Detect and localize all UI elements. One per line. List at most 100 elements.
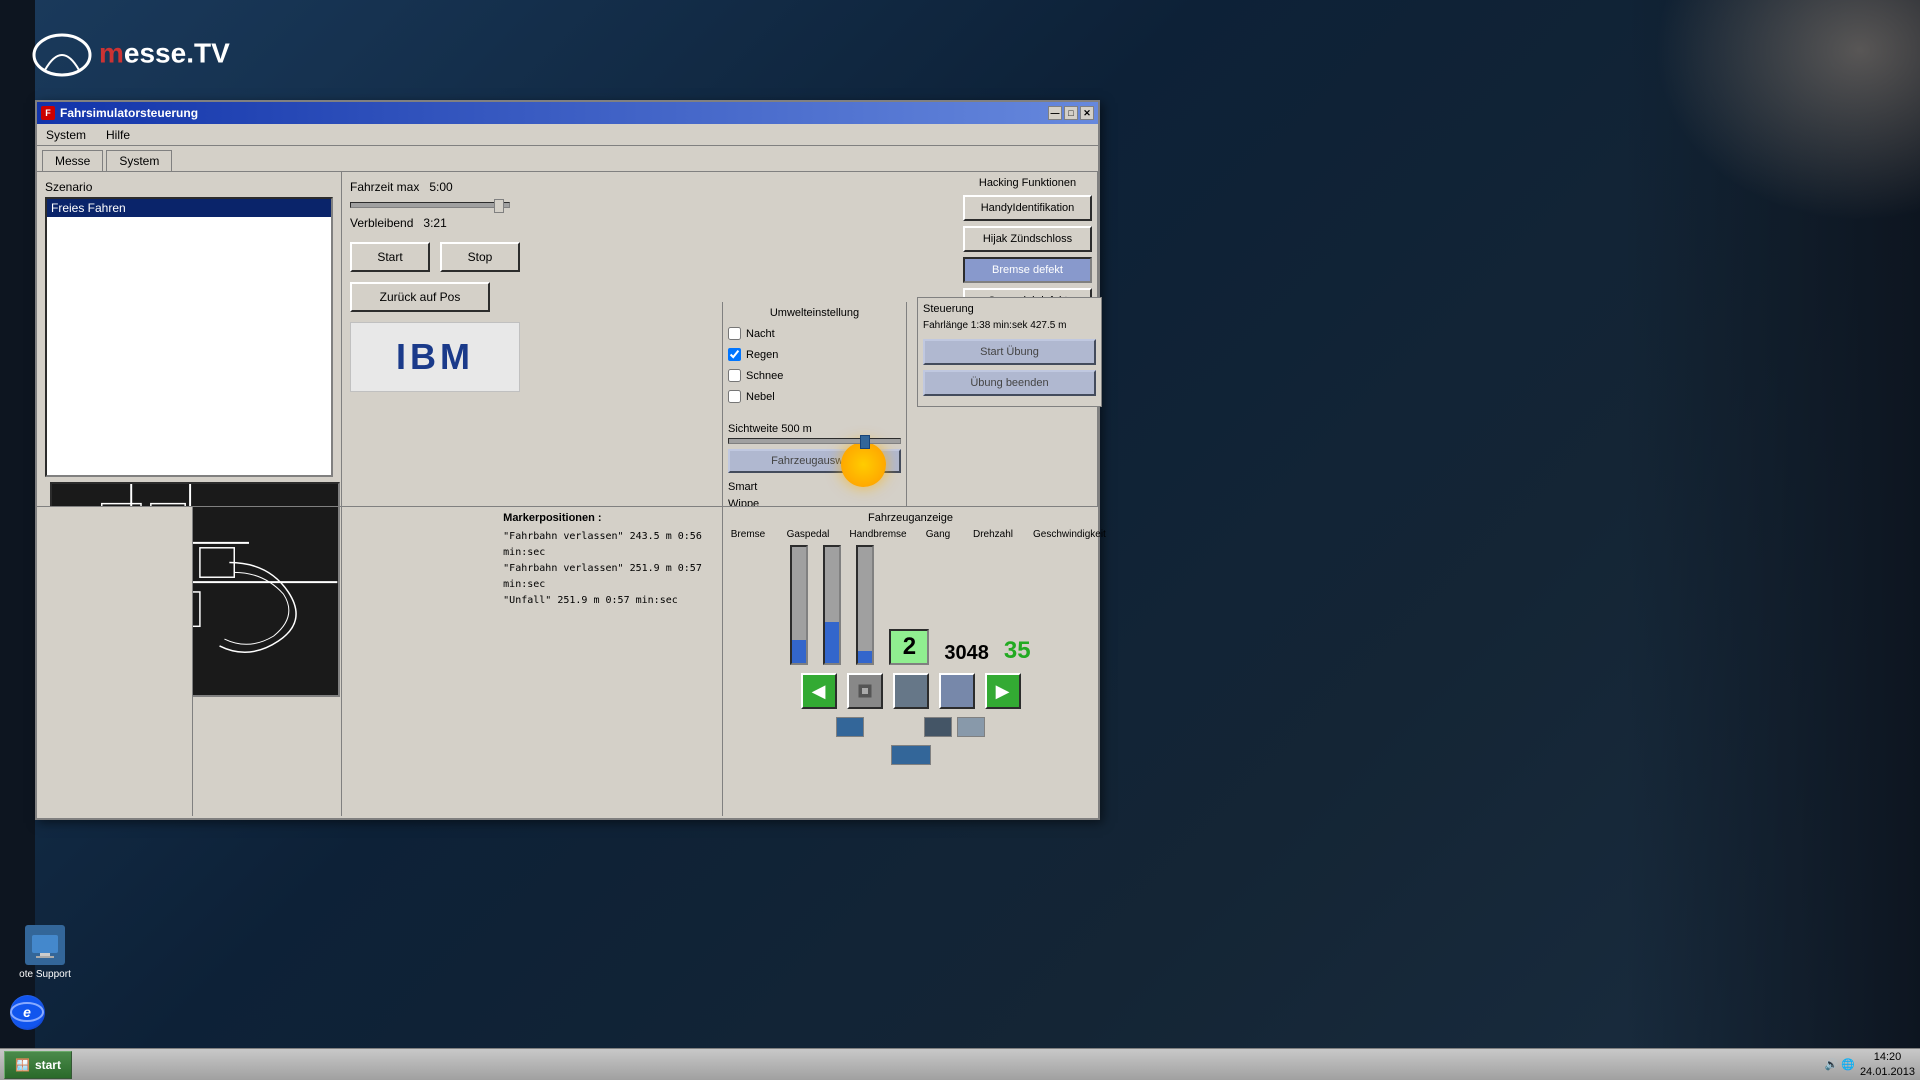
szenario-item-freies-fahren[interactable]: Freies Fahren <box>47 199 331 217</box>
drehzahl-display: 3048 <box>944 642 989 665</box>
hacking-title: Hacking Funktionen <box>963 177 1092 189</box>
zurueck-button[interactable]: Zurück auf Pos <box>350 282 490 312</box>
gaspedal-label: Gaspedal <box>783 529 833 540</box>
start-icon: 🪟 <box>15 1058 30 1072</box>
hack-btn-handy[interactable]: HandyIdentifikation <box>963 195 1092 221</box>
bremse-gauge <box>790 545 808 665</box>
checkbox-nacht: Nacht <box>728 327 901 340</box>
checkbox-nacht-label: Nacht <box>746 328 775 340</box>
desktop: messe.TV ote Support e F Fahrsimulatorst… <box>0 0 1920 1080</box>
clock-date: 24.01.2013 <box>1860 1065 1915 1079</box>
slider-thumb[interactable] <box>494 199 504 213</box>
checkbox-regen-label: Regen <box>746 349 778 361</box>
checkbox-schnee-input[interactable] <box>728 369 741 382</box>
checkbox-nebel: Nebel <box>728 390 901 403</box>
svg-text:e: e <box>23 1004 31 1020</box>
indicator-row-bottom <box>728 745 1093 765</box>
main-window: F Fahrsimulatorsteuerung — □ ✕ System Hi… <box>35 100 1100 820</box>
marker-log: "Fahrbahn verlassen" 243.5 m 0:56 min:se… <box>503 529 717 609</box>
logo-m: m <box>99 37 124 68</box>
left-panel <box>0 0 35 1080</box>
tray-icon-2: 🌐 <box>1841 1058 1855 1071</box>
indicator-blue-2 <box>891 745 931 765</box>
geschwindigkeit-label: Geschwindigkeit <box>1033 529 1093 540</box>
fahrzeit-value: 5:00 <box>429 180 452 194</box>
remote-support-icon[interactable]: ote Support <box>10 925 80 980</box>
marker-log-item-0: "Fahrbahn verlassen" 243.5 m 0:56 min:se… <box>503 529 717 561</box>
steuerung-panel: Steuerung Fahrlänge 1:38 min:sek 427.5 m… <box>917 297 1102 407</box>
taskbar-right: 🔊 🌐 14:20 24.01.2013 <box>1825 1050 1920 1079</box>
tab-messe[interactable]: Messe <box>42 150 103 171</box>
checkbox-regen-input[interactable] <box>728 348 741 361</box>
uebung-beenden-button[interactable]: Übung beenden <box>923 370 1096 396</box>
start-menu-button[interactable]: 🪟 start <box>4 1051 72 1079</box>
handbremse-fill <box>858 651 872 663</box>
close-button[interactable]: ✕ <box>1080 106 1094 120</box>
messe-tv-logo: messe.TV <box>30 30 230 80</box>
sichtweite-thumb[interactable] <box>860 435 870 449</box>
geschwindigkeit-display: 35 <box>1004 637 1031 665</box>
fahrzeit-row: Fahrzeit max 5:00 <box>350 180 950 194</box>
window-titlebar: F Fahrsimulatorsteuerung — □ ✕ <box>37 102 1098 124</box>
verbleibend-label: Verbleibend <box>350 216 413 230</box>
stop-button[interactable]: Stop <box>440 242 520 272</box>
fahrzeug-panel: Fahrzeuganzeige Bremse Gaspedal Handbrem… <box>723 507 1098 816</box>
gaspedal-bar <box>823 545 841 665</box>
bremse-bar <box>790 545 808 665</box>
bremse-fill <box>792 640 806 663</box>
umwelt-title: Umwelteinstellung <box>728 307 901 319</box>
fahrzeit-label: Fahrzeit max <box>350 180 419 194</box>
marker-title: Markerpositionen : <box>503 512 717 524</box>
arrow-section: ◀ ▶ <box>728 673 1093 709</box>
control-buttons: Start Stop <box>350 242 950 272</box>
titlebar-buttons: — □ ✕ <box>1048 106 1094 120</box>
square-btn-2[interactable] <box>939 673 975 709</box>
checkbox-nebel-input[interactable] <box>728 390 741 403</box>
square-btn-1[interactable] <box>893 673 929 709</box>
sichtweite-slider[interactable] <box>728 438 901 444</box>
indicator-dark-1 <box>924 717 952 737</box>
checkbox-schnee: Schnee <box>728 369 901 382</box>
indicator-row-top <box>728 717 1093 737</box>
sichtweite-section: Sichtweite 500 m <box>728 423 901 444</box>
slider-track[interactable] <box>350 202 510 208</box>
verbleibend-row: Verbleibend 3:21 <box>350 216 950 230</box>
gaspedal-gauge <box>823 545 841 665</box>
center-button[interactable] <box>847 673 883 709</box>
title-left: F Fahrsimulatorsteuerung <box>41 106 198 120</box>
ie-icon[interactable]: e <box>10 995 45 1030</box>
clock: 14:20 24.01.2013 <box>1860 1050 1915 1079</box>
minimize-button[interactable]: — <box>1048 106 1062 120</box>
marker-log-item-2: "Unfall" 251.9 m 0:57 min:sec <box>503 593 717 609</box>
checkbox-regen: Regen <box>728 348 901 361</box>
slider-container[interactable] <box>350 202 510 208</box>
arrow-left-button[interactable]: ◀ <box>801 673 837 709</box>
gaspedal-fill <box>825 622 839 663</box>
bottom-left-spacer <box>37 507 193 816</box>
tab-system[interactable]: System <box>106 150 172 171</box>
bottom-section: Markerpositionen : "Fahrbahn verlassen" … <box>37 506 1098 816</box>
maximize-button[interactable]: □ <box>1064 106 1078 120</box>
checkbox-schnee-label: Schnee <box>746 370 783 382</box>
hack-btn-bremse[interactable]: Bremse defekt <box>963 257 1092 283</box>
handbremse-label: Handbremse <box>848 529 908 540</box>
logo-text: esse.TV <box>124 37 230 68</box>
app-icon: F <box>41 106 55 120</box>
checkbox-nebel-label: Nebel <box>746 391 775 403</box>
remote-support-label: ote Support <box>19 969 71 980</box>
menu-system[interactable]: System <box>41 126 91 144</box>
marker-panel: Markerpositionen : "Fahrbahn verlassen" … <box>498 507 723 816</box>
checkbox-nacht-input[interactable] <box>728 327 741 340</box>
gang-label: Gang <box>923 529 953 540</box>
fahrzeug-labels-row: Bremse Gaspedal Handbremse Gang Drehzahl… <box>728 529 1093 540</box>
arrow-right-button[interactable]: ▶ <box>985 673 1021 709</box>
drehzahl-value: 3048 <box>944 642 989 665</box>
speed-value: 35 <box>1004 637 1031 665</box>
menu-hilfe[interactable]: Hilfe <box>101 126 135 144</box>
taskbar: 🪟 start 🔊 🌐 14:20 24.01.2013 <box>0 1048 1920 1080</box>
szenario-listbox[interactable]: Freies Fahren <box>45 197 333 477</box>
hack-btn-hijak[interactable]: Hijak Zündschloss <box>963 226 1092 252</box>
start-uebung-button[interactable]: Start Übung <box>923 339 1096 365</box>
szenario-label: Szenario <box>45 180 333 194</box>
start-button[interactable]: Start <box>350 242 430 272</box>
